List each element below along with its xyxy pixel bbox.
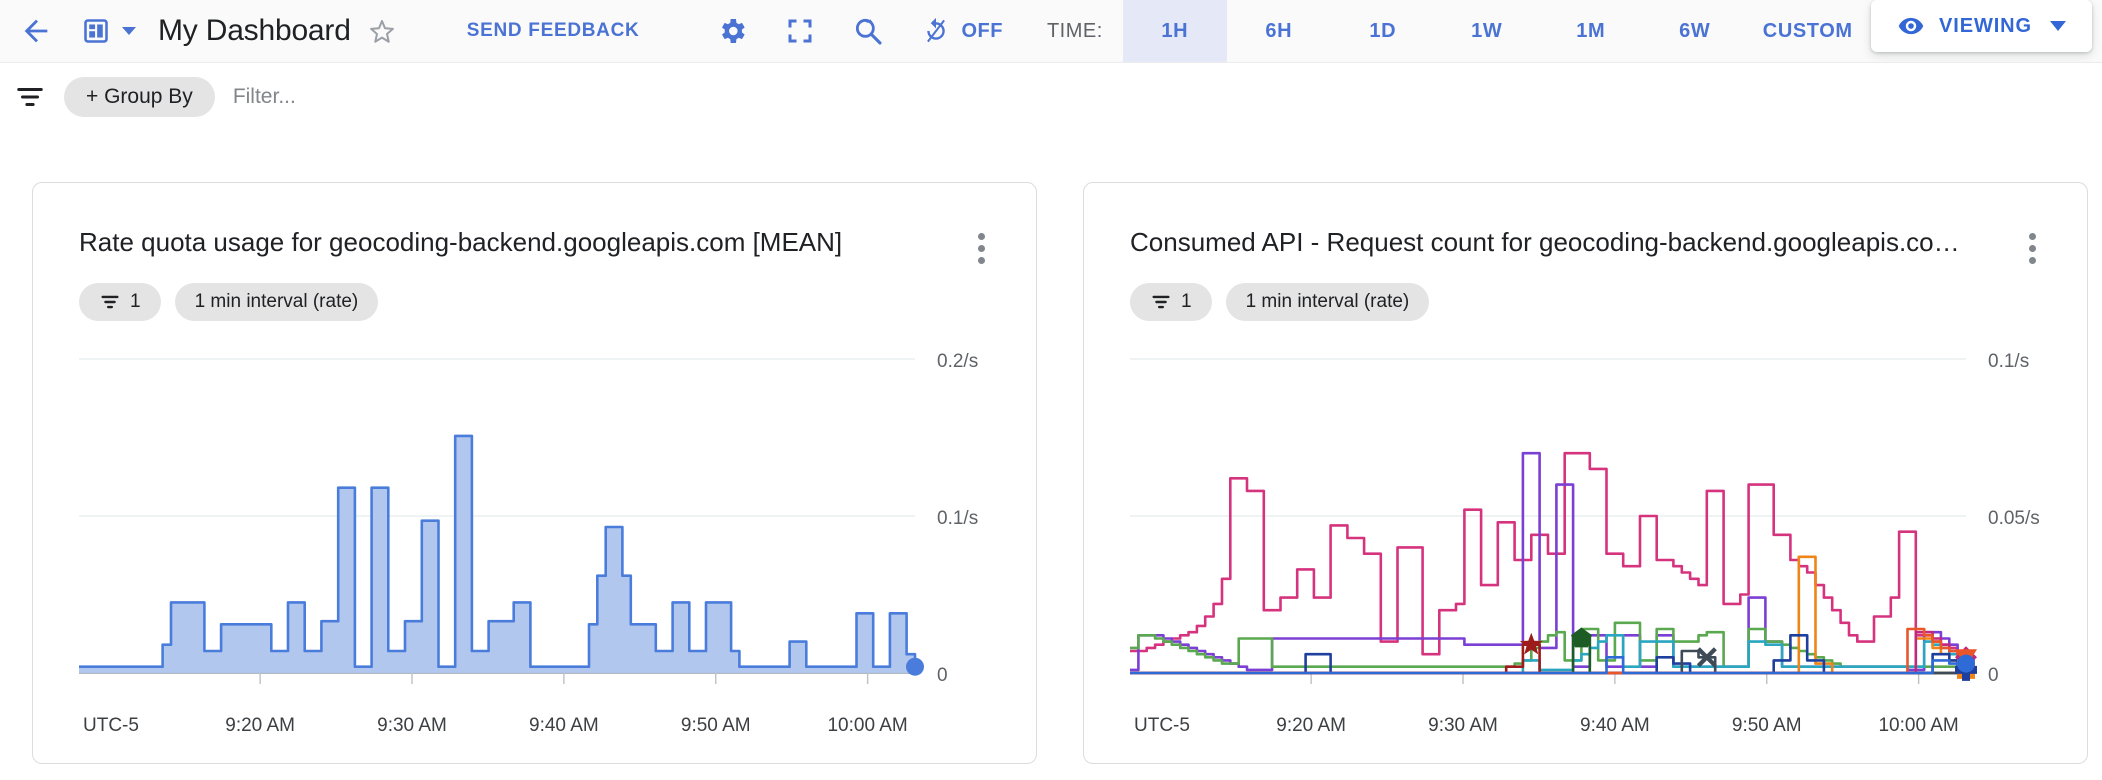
time-range-1m[interactable]: 1M: [1539, 0, 1643, 62]
time-range-6h[interactable]: 6H: [1227, 0, 1331, 62]
svg-text:0.1/s: 0.1/s: [1988, 351, 2029, 372]
auto-refresh-toggle[interactable]: OFF: [921, 16, 1003, 46]
svg-text:0.2/s: 0.2/s: [937, 351, 978, 372]
chip-filter-count[interactable]: 1: [1130, 283, 1212, 321]
time-range-custom[interactable]: CUSTOM: [1747, 0, 1869, 62]
filter-lines-icon: [15, 82, 45, 112]
svg-text:UTC-5: UTC-5: [1134, 715, 1190, 736]
top-toolbar: My Dashboard SEND FEEDBACK: [0, 0, 2102, 62]
arrow-left-icon: [19, 14, 53, 48]
dashboard-grid-icon: [82, 17, 110, 45]
chart-plot-area-left[interactable]: 0 0.1/s 0.2/s UTC-5 9:20 AM 9:30 AM 9:40 AM 9:5…: [33, 333, 1036, 763]
svg-text:9:50 AM: 9:50 AM: [1732, 715, 1802, 736]
fullscreen-icon: [785, 16, 815, 46]
svg-text:10:00 AM: 10:00 AM: [1878, 715, 1958, 736]
fullscreen-button[interactable]: [773, 4, 827, 58]
chip-filter-count[interactable]: 1: [79, 283, 161, 321]
svg-text:9:30 AM: 9:30 AM: [377, 715, 447, 736]
gear-icon: [716, 15, 748, 47]
svg-text:UTC-5: UTC-5: [83, 715, 139, 736]
time-label: TIME:: [1047, 20, 1103, 43]
refresh-icon: [921, 16, 951, 46]
auto-refresh-label: OFF: [961, 20, 1003, 43]
page-title: My Dashboard: [158, 14, 351, 48]
chart-card-title: Consumed API - Request count for geocodi…: [1130, 227, 1960, 258]
svg-text:9:20 AM: 9:20 AM: [225, 715, 295, 736]
zoom-out-search-icon: [852, 15, 884, 47]
filter-lines-icon: [1150, 291, 1172, 313]
svg-text:9:40 AM: 9:40 AM: [1580, 715, 1650, 736]
svg-text:9:40 AM: 9:40 AM: [529, 715, 599, 736]
chart-card-menu-button[interactable]: [964, 225, 998, 271]
svg-text:0: 0: [937, 665, 948, 686]
chevron-down-icon: [122, 27, 136, 35]
star-outline-icon: [367, 16, 397, 46]
time-range-1w[interactable]: 1W: [1435, 0, 1539, 62]
time-range-group: 1H 6H 1D 1W 1M 6W CUSTOM EST: [1123, 0, 1973, 62]
dashboard-selector[interactable]: [82, 17, 136, 45]
settings-button[interactable]: [705, 4, 759, 58]
svg-text:9:30 AM: 9:30 AM: [1428, 715, 1498, 736]
filter-toggle-button[interactable]: [8, 82, 52, 112]
viewing-mode-label: VIEWING: [1939, 15, 2032, 38]
filter-toolbar: + Group By: [0, 62, 2102, 131]
svg-text:0.1/s: 0.1/s: [937, 508, 978, 529]
zoom-out-button[interactable]: [841, 4, 895, 58]
time-range-6w[interactable]: 6W: [1643, 0, 1747, 62]
favorite-button[interactable]: [367, 16, 397, 46]
group-by-button[interactable]: + Group By: [64, 77, 215, 117]
chart-plot-area-right[interactable]: 0 0.05/s 0.1/s UTC-5 9:20 AM 9:30 AM 9:40 AM 9:…: [1084, 333, 2087, 763]
time-range-1h[interactable]: 1H: [1123, 0, 1227, 62]
chart-card-chips: 1 1 min interval (rate): [79, 283, 378, 321]
eye-icon: [1897, 12, 1925, 40]
chip-filter-count-label: 1: [130, 291, 141, 313]
chip-interval[interactable]: 1 min interval (rate): [1226, 283, 1430, 321]
svg-text:10:00 AM: 10:00 AM: [827, 715, 907, 736]
filter-input[interactable]: [231, 84, 735, 110]
dashboard-app: My Dashboard SEND FEEDBACK: [0, 0, 2102, 780]
svg-text:0.05/s: 0.05/s: [1988, 508, 2040, 529]
viewing-mode-button[interactable]: VIEWING: [1871, 0, 2092, 52]
chart-card-consumed-api-request-count: Consumed API - Request count for geocodi…: [1083, 182, 2088, 764]
svg-text:9:20 AM: 9:20 AM: [1276, 715, 1346, 736]
chart-card-chips: 1 1 min interval (rate): [1130, 283, 1429, 321]
chart-card-rate-quota-usage: Rate quota usage for geocoding-backend.g…: [32, 182, 1037, 764]
chevron-down-icon: [2050, 21, 2066, 31]
svg-text:0: 0: [1988, 665, 1999, 686]
filter-lines-icon: [99, 291, 121, 313]
chart-card-menu-button[interactable]: [2015, 225, 2049, 271]
time-range-1d[interactable]: 1D: [1331, 0, 1435, 62]
chip-interval[interactable]: 1 min interval (rate): [175, 283, 379, 321]
send-feedback-button[interactable]: SEND FEEDBACK: [467, 20, 640, 42]
chip-filter-count-label: 1: [1181, 291, 1192, 313]
svg-text:9:50 AM: 9:50 AM: [681, 715, 751, 736]
chart-card-title: Rate quota usage for geocoding-backend.g…: [79, 227, 842, 258]
back-button[interactable]: [8, 3, 64, 59]
